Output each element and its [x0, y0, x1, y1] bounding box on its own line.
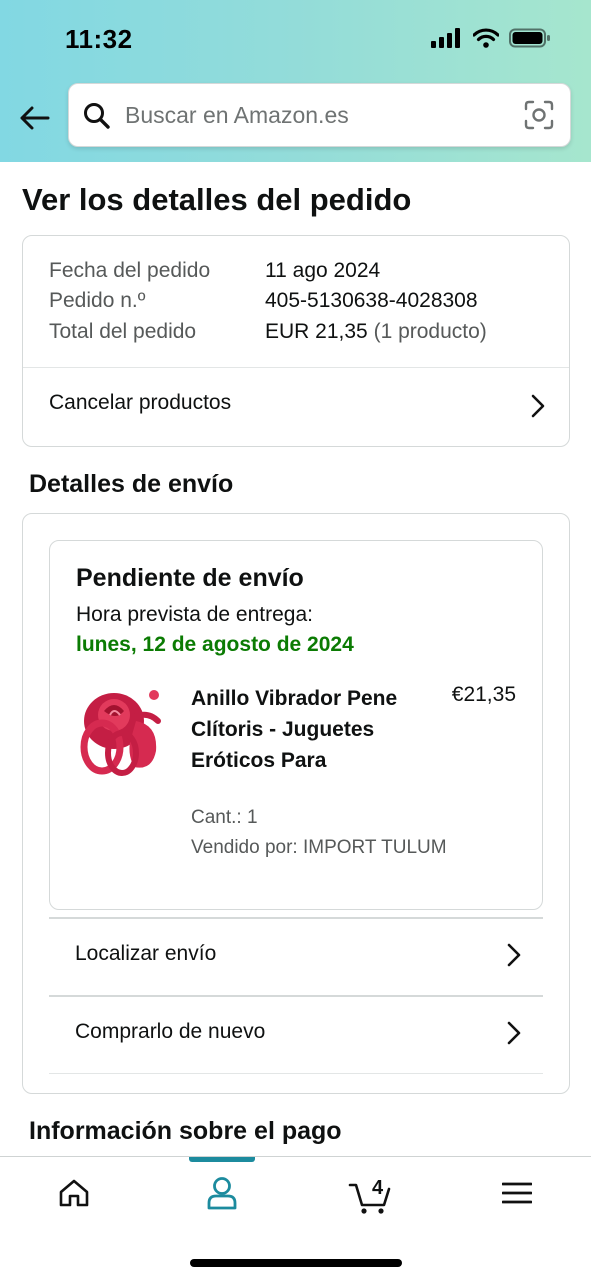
product-quantity: Cant.: 1 [191, 807, 258, 828]
order-total-label: Total del pedido [49, 320, 197, 343]
home-icon [58, 1178, 90, 1213]
order-date-label: Fecha del pedido [49, 259, 211, 282]
order-date-value: 11 ago 2024 [265, 259, 381, 282]
track-shipment-label: Localizar envío [75, 942, 217, 965]
track-shipment-row[interactable]: Localizar envío [49, 919, 543, 995]
cart-count-badge: 4 [372, 1177, 384, 1199]
menu-icon [501, 1181, 533, 1210]
cancel-products-row[interactable]: Cancelar productos [23, 368, 569, 446]
chevron-right-icon [507, 943, 521, 972]
back-arrow-icon[interactable] [14, 98, 54, 138]
shipment-status-title: Pendiente de envío [76, 564, 304, 592]
chevron-right-icon [531, 394, 545, 423]
order-summary-card: Fecha del pedido 11 ago 2024 Pedido n.º … [22, 235, 570, 447]
tab-account[interactable] [192, 1171, 252, 1219]
tab-menu[interactable] [487, 1171, 547, 1219]
signal-icon [431, 28, 463, 53]
page-title: Ver los detalles del pedido [22, 182, 412, 217]
chevron-right-icon [507, 1021, 521, 1050]
search-icon [83, 102, 111, 135]
account-icon [206, 1176, 238, 1215]
header: 11:32 [0, 0, 591, 162]
shipping-section-title: Detalles de envío [29, 470, 234, 498]
order-total-value: EUR 21,35 (1 producto) [265, 320, 487, 344]
search-input[interactable] [125, 98, 505, 132]
eta-label: Hora prevista de entrega: [76, 603, 313, 626]
order-total-amount: EUR 21,35 [265, 320, 368, 343]
payment-section-title: Información sobre el pago [29, 1117, 342, 1145]
buy-again-label: Comprarlo de nuevo [75, 1020, 266, 1043]
product-title[interactable]: Anillo Vibrador Pene Clítoris - Juguetes… [191, 683, 401, 776]
status-time: 11:32 [65, 24, 133, 54]
divider [49, 1073, 543, 1074]
camera-icon[interactable] [524, 100, 554, 135]
tab-cart[interactable]: 4 [340, 1171, 400, 1219]
tab-home[interactable] [44, 1171, 104, 1219]
status-icons [431, 28, 551, 53]
order-number-label: Pedido n.º [49, 289, 146, 312]
cart-icon: 4 [348, 1175, 392, 1215]
home-indicator [190, 1259, 402, 1267]
search-bar[interactable] [68, 83, 571, 147]
product-seller: Vendido por: IMPORT TULUM [191, 837, 447, 858]
product-price: €21,35 [451, 683, 516, 706]
battery-icon [509, 28, 551, 53]
active-tab-indicator [189, 1157, 255, 1162]
shipping-card: Pendiente de envío Hora prevista de entr… [22, 513, 570, 1094]
buy-again-row[interactable]: Comprarlo de nuevo [49, 997, 543, 1073]
wifi-icon [472, 28, 500, 53]
order-total-items: (1 producto) [373, 320, 487, 343]
eta-date: lunes, 12 de agosto de 2024 [76, 633, 354, 656]
shipment-card: Pendiente de envío Hora prevista de entr… [49, 540, 543, 910]
cancel-products-label: Cancelar productos [49, 391, 232, 414]
product-image[interactable] [74, 681, 168, 779]
order-number-value: 405-5130638-4028308 [265, 289, 478, 312]
